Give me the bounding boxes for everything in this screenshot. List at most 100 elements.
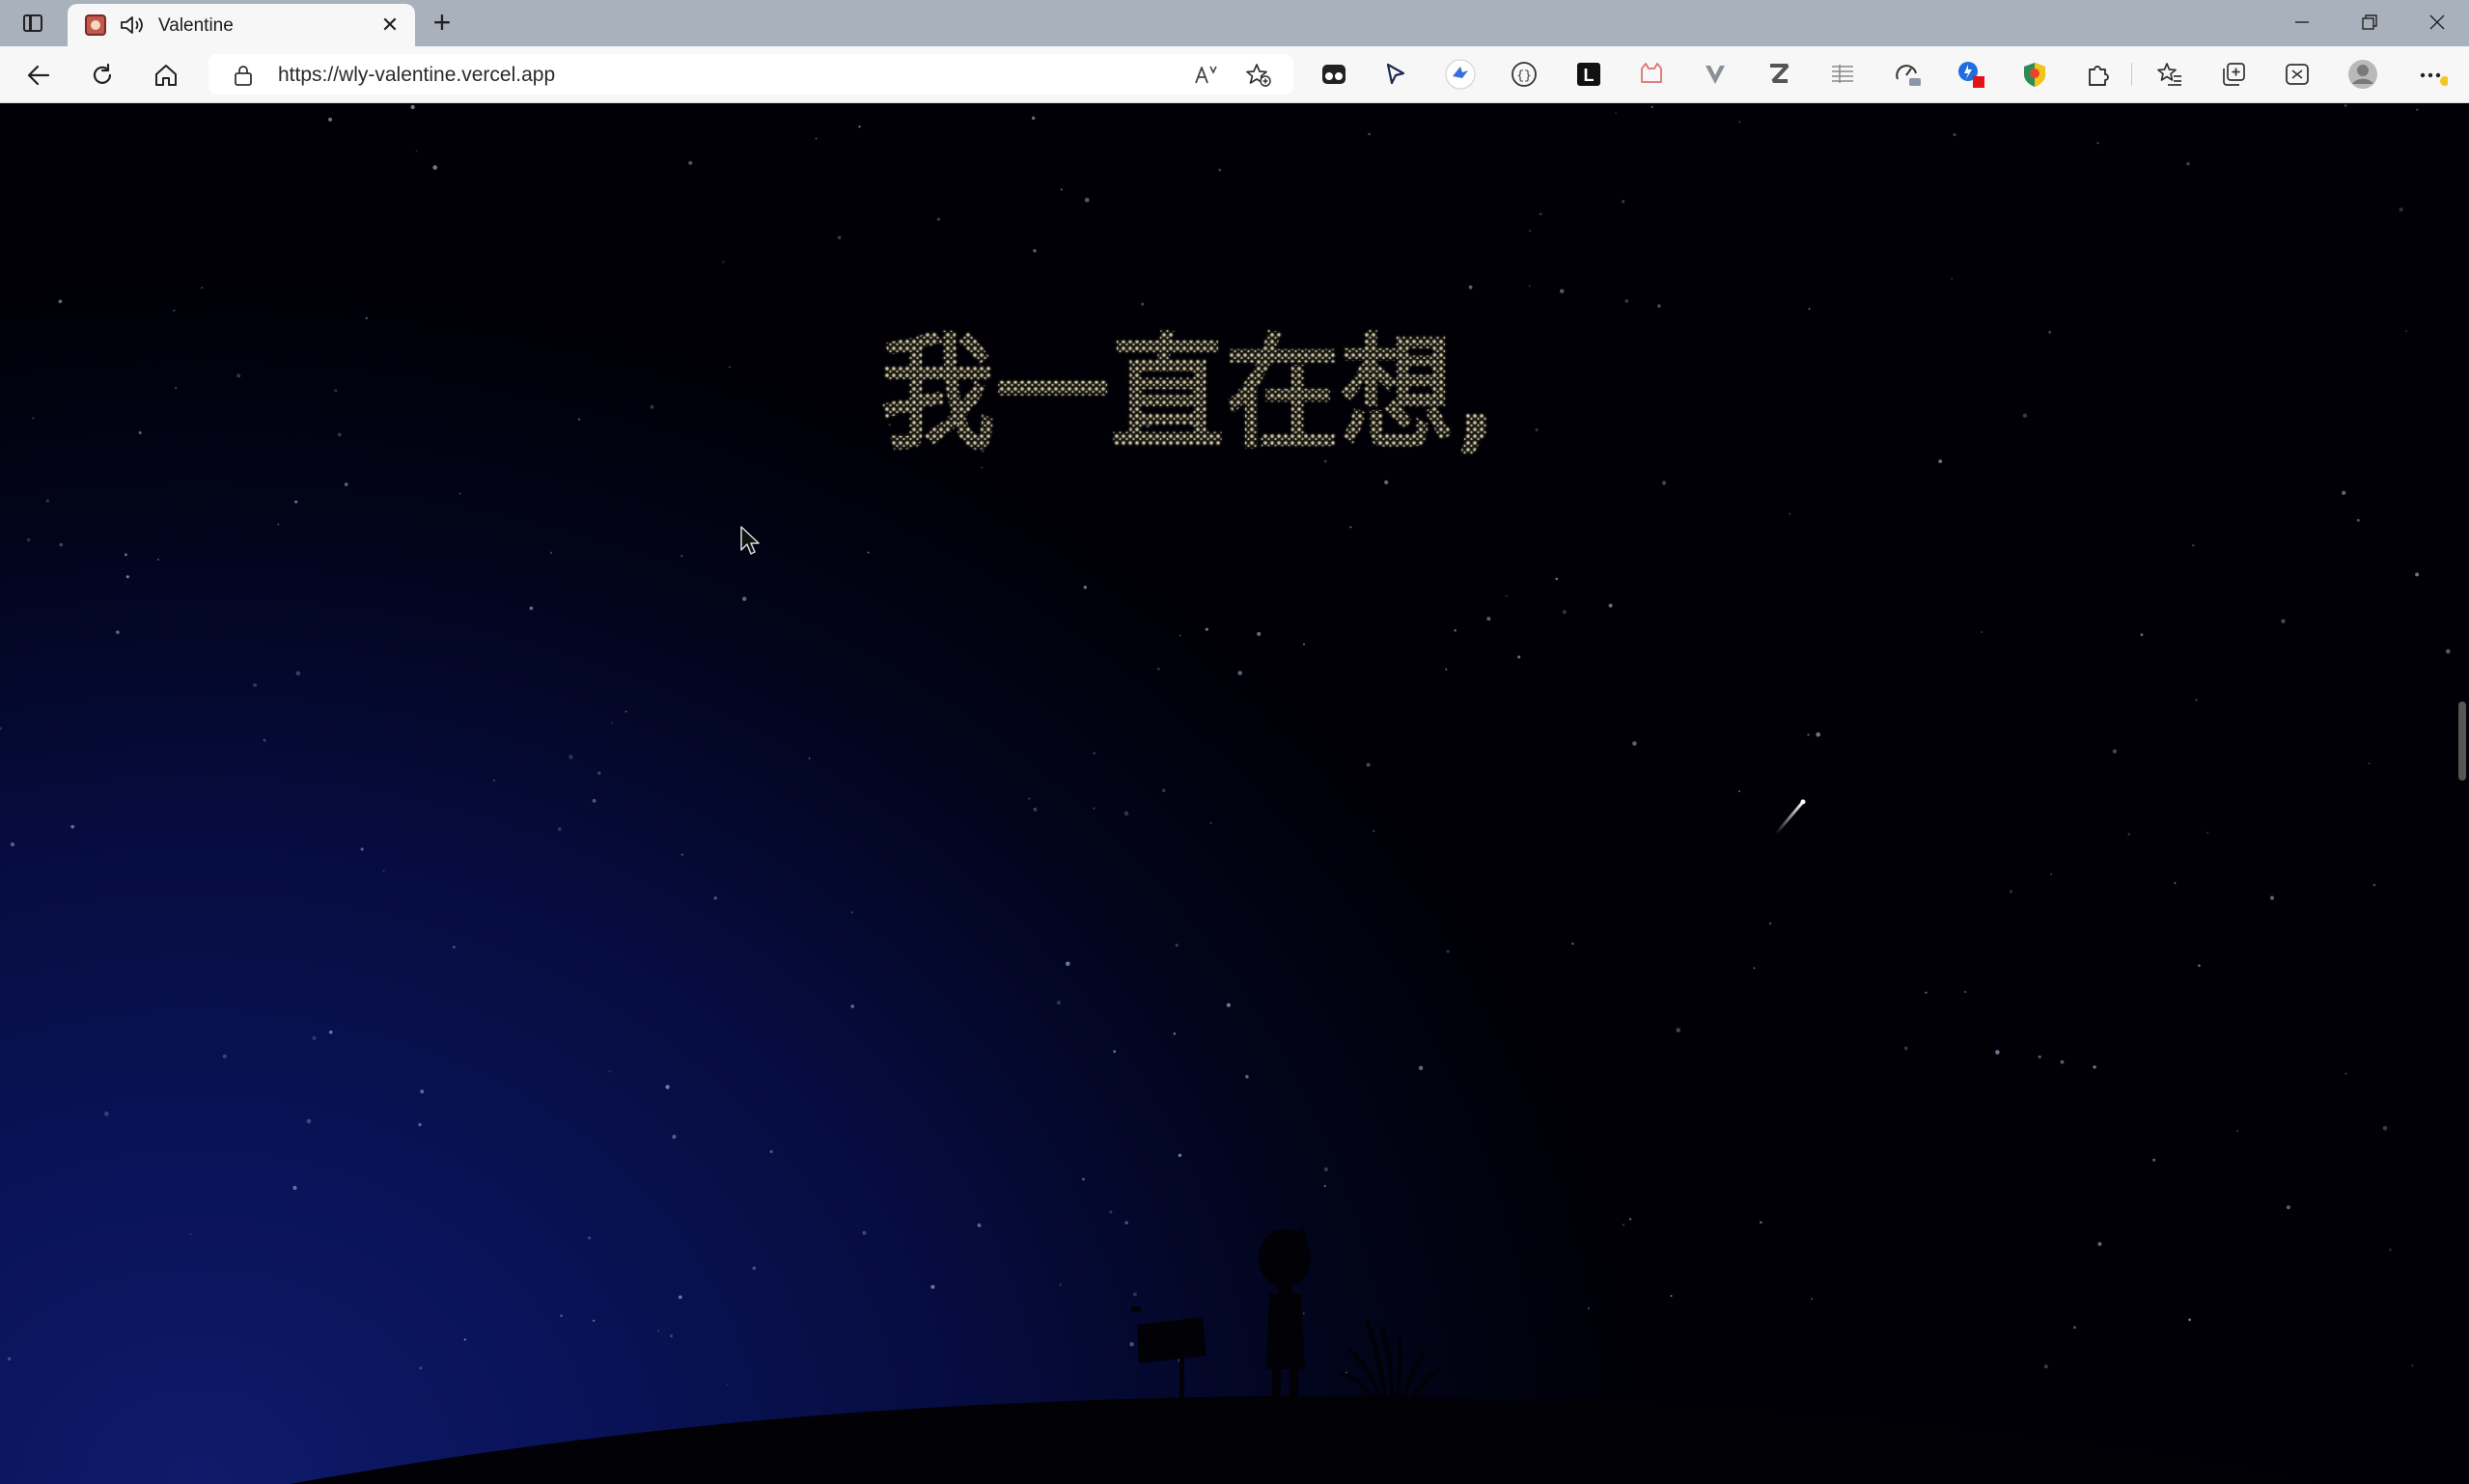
- star-dot: [125, 553, 127, 557]
- star-dot: [741, 596, 747, 601]
- home-icon: [155, 65, 177, 86]
- z-extension-button[interactable]: [1763, 59, 1794, 90]
- star-dot: [1651, 105, 1653, 109]
- star-dot: [312, 1035, 317, 1041]
- back-button[interactable]: [19, 56, 58, 95]
- more-icon: [2420, 72, 2448, 86]
- restore-button[interactable]: [2347, 6, 2392, 39]
- star-dot: [1033, 808, 1038, 811]
- star-field: [0, 104, 2451, 1386]
- speed-extension-button[interactable]: [1892, 59, 1923, 90]
- l-extension-button[interactable]: L: [1573, 59, 1604, 90]
- star-dot: [1587, 1307, 1590, 1309]
- star-dot: [360, 847, 364, 851]
- star-dot: [2344, 1072, 2347, 1075]
- star-dot: [59, 542, 64, 547]
- cat-extension-button[interactable]: [1636, 59, 1667, 90]
- star-dot: [2415, 572, 2420, 577]
- night-sky-canvas[interactable]: 我一直在想,: [0, 103, 2469, 1484]
- svg-text:L: L: [1584, 66, 1595, 85]
- star-dot: [1065, 961, 1070, 967]
- star-dot: [2389, 1249, 2392, 1251]
- drop-extension-button[interactable]: [1956, 59, 1986, 90]
- url-text[interactable]: https://wly-valentine.vercel.app: [278, 64, 555, 87]
- refresh-button[interactable]: [83, 56, 122, 95]
- star-dot: [729, 366, 731, 369]
- collections-icon: [2223, 63, 2245, 86]
- bird-extension-button[interactable]: [1445, 59, 1476, 90]
- star-dot: [1486, 617, 1491, 621]
- star-dot: [862, 1230, 867, 1235]
- table-extension-button[interactable]: [1827, 59, 1858, 90]
- profile-button[interactable]: [2347, 59, 2378, 90]
- speaker-icon[interactable]: [120, 14, 145, 36]
- star-dot: [1528, 230, 1531, 233]
- star-dot: [977, 1223, 982, 1227]
- star-dot: [1124, 1221, 1128, 1224]
- star-dot: [200, 287, 204, 289]
- star-dot: [1446, 949, 1450, 953]
- scrollbar-thumb[interactable]: [2458, 701, 2466, 781]
- cursor-extension-button[interactable]: [1380, 59, 1411, 90]
- read-aloud-icon[interactable]: [1193, 63, 1220, 88]
- home-button[interactable]: [147, 56, 185, 95]
- star-dot: [1056, 1001, 1061, 1005]
- star-dot: [815, 137, 818, 140]
- star-particle-text: 我一直在想,: [880, 320, 1498, 467]
- star-dot: [2093, 1065, 2096, 1069]
- star-dot: [2281, 618, 2286, 623]
- favorites-button[interactable]: [2154, 59, 2185, 90]
- close-icon: [2429, 14, 2445, 30]
- star-dot: [1624, 299, 1629, 303]
- star-dot: [1373, 830, 1375, 833]
- star-dot: [1903, 1046, 1908, 1051]
- star-dot: [1124, 811, 1129, 816]
- extensions-button[interactable]: [2083, 59, 2114, 90]
- new-tab-button[interactable]: +: [425, 7, 459, 39]
- star-dot: [1060, 188, 1063, 191]
- star-dot: [1093, 752, 1096, 755]
- star-dot: [1562, 610, 1567, 615]
- tampermonkey-button[interactable]: [1318, 59, 1349, 90]
- tab-close-button[interactable]: ✕: [378, 14, 402, 37]
- star-dot: [669, 1334, 674, 1338]
- star-dot: [294, 500, 298, 504]
- lock-icon[interactable]: [234, 65, 253, 86]
- star-dot: [1129, 1341, 1134, 1347]
- star-dot: [577, 418, 581, 421]
- address-bar[interactable]: https://wly-valentine.vercel.app: [208, 54, 1293, 95]
- braces-extension-button[interactable]: {}: [1509, 59, 1540, 90]
- screenshot-button[interactable]: [2282, 59, 2313, 90]
- minimize-button[interactable]: [2280, 6, 2324, 39]
- tab-valentine[interactable]: Valentine ✕: [68, 4, 415, 46]
- star-dot: [597, 771, 601, 775]
- star-dot: [2382, 1126, 2388, 1131]
- star-dot: [418, 1122, 422, 1127]
- tab-actions-button[interactable]: [15, 10, 50, 37]
- v-extension-button[interactable]: [1700, 59, 1731, 90]
- add-favorite-icon[interactable]: [1245, 63, 1272, 88]
- star-dot: [1084, 197, 1090, 203]
- close-window-button[interactable]: [2415, 6, 2459, 39]
- grass-icon: [1340, 1319, 1440, 1403]
- star-dot: [1768, 921, 1772, 925]
- star-dot: [2195, 699, 2198, 701]
- star-dot: [1323, 1167, 1329, 1172]
- star-dot: [1951, 277, 1954, 280]
- collections-button[interactable]: [2218, 59, 2249, 90]
- star-dot: [2198, 964, 2201, 968]
- star-dot: [2060, 1059, 2065, 1064]
- star-dot: [410, 104, 415, 110]
- tab-title: Valentine: [158, 15, 234, 36]
- star-dot: [592, 799, 596, 803]
- star-dot: [2152, 1158, 2156, 1162]
- shield-extension-button[interactable]: [2019, 59, 2050, 90]
- screenshot-icon: [2286, 64, 2309, 85]
- star-dot: [2174, 882, 2177, 885]
- star-dot: [104, 1111, 109, 1116]
- star-dot: [1953, 133, 1956, 137]
- puzzle-icon: [2089, 66, 2109, 86]
- settings-more-button[interactable]: [2417, 59, 2448, 90]
- star-dot: [1676, 1028, 1681, 1032]
- star-dot: [175, 386, 178, 390]
